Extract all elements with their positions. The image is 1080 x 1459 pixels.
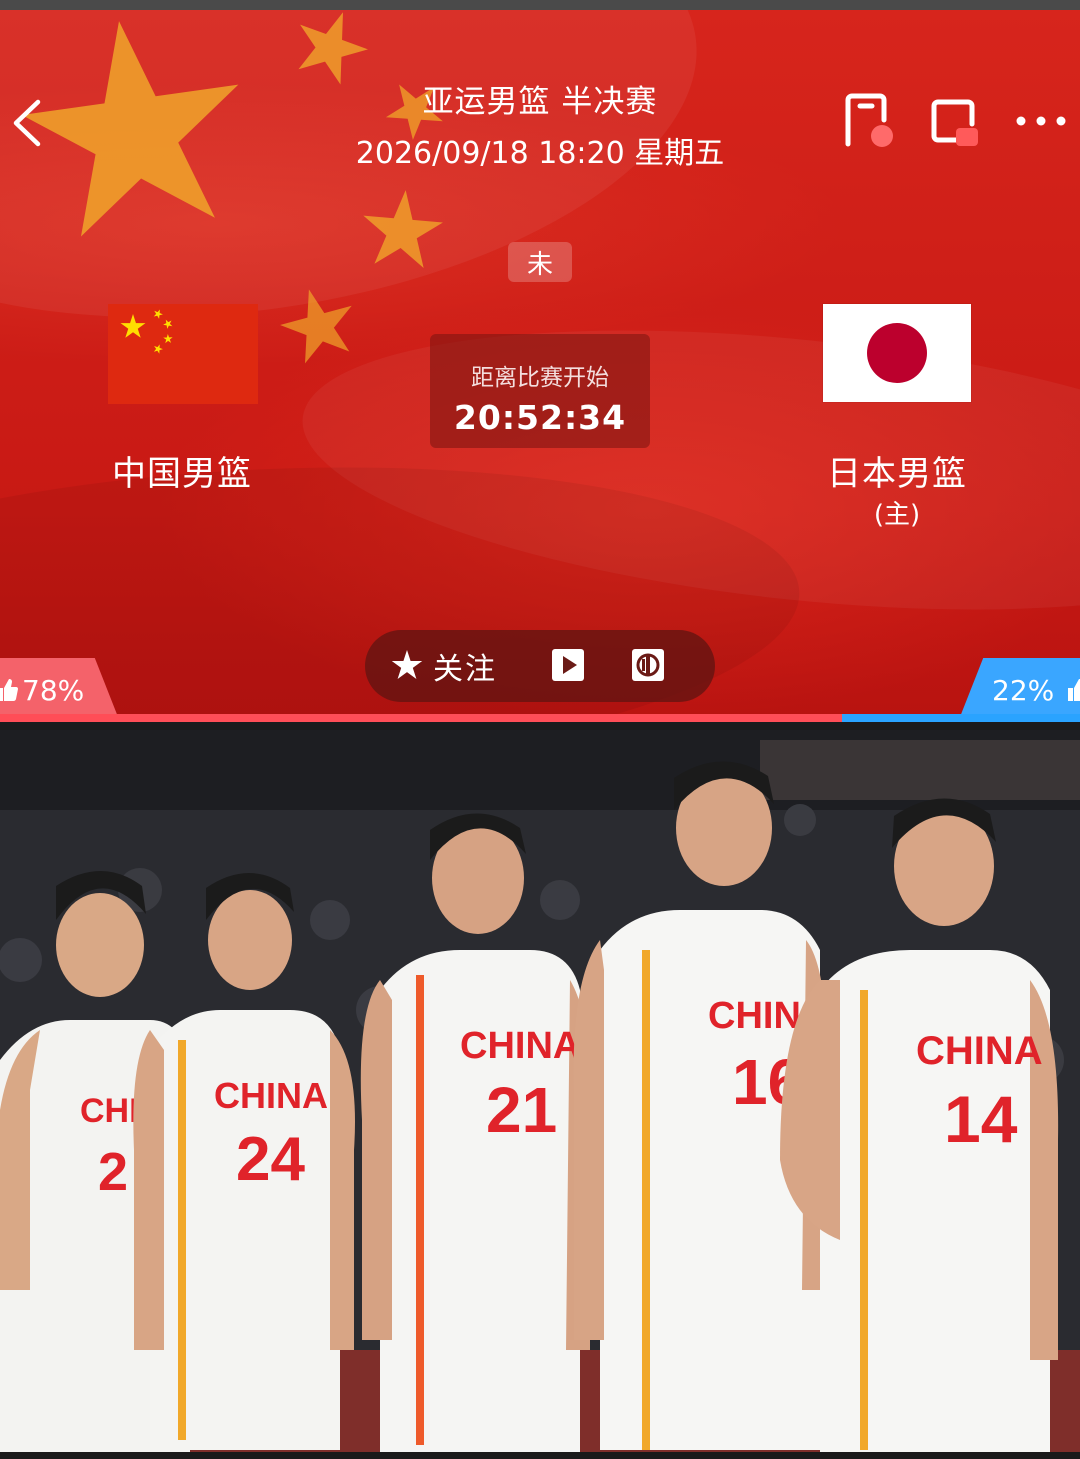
- jersey-text: CHINA: [460, 1025, 580, 1067]
- countdown-box: 距离比赛开始 20:52:34: [430, 334, 650, 448]
- china-flag-icon: [108, 304, 258, 404]
- support-ratio-bar: [0, 714, 1080, 722]
- team-photo: CHI 2 CHINA 24 CHINA 21 CHINA 16 CHINA 1…: [0, 730, 1080, 1452]
- thumb-up-icon: [1068, 679, 1080, 701]
- jersey-number: 14: [944, 1082, 1018, 1156]
- home-court-tag: (主): [873, 500, 921, 530]
- follow-button[interactable]: 关注: [391, 630, 497, 702]
- jersey-number: 2: [98, 1142, 128, 1202]
- star-icon: [391, 650, 423, 679]
- jersey-number: 21: [486, 1074, 557, 1146]
- home-team-name[interactable]: 中国男篮: [52, 446, 312, 495]
- away-team-name[interactable]: 日本男篮: [767, 446, 1027, 495]
- jersey-text: CHINA: [214, 1075, 328, 1116]
- japan-flag-icon: [823, 304, 971, 402]
- play-icon[interactable]: [551, 648, 585, 682]
- stats-icon[interactable]: [631, 648, 665, 682]
- away-support-percent: 22%: [992, 673, 1055, 707]
- status-badge: 未: [508, 242, 572, 282]
- home-support-percent: 78%: [22, 673, 85, 707]
- follow-label: 关注: [433, 652, 497, 687]
- thumb-up-icon: [0, 679, 18, 701]
- jersey-text: CHINA: [916, 1029, 1043, 1073]
- match-datetime: 2026/09/18 18:20 星期五: [355, 136, 725, 171]
- status-strip: [0, 0, 1080, 10]
- away-support-fill: [842, 714, 1080, 722]
- background-star-icon: [280, 289, 352, 364]
- bottom-strip: [0, 1452, 1080, 1459]
- background-star-icon: [363, 190, 443, 269]
- countdown-timer: 20:52:34: [453, 398, 627, 437]
- background-star-icon: [298, 12, 368, 85]
- match-header: 亚运男篮 半决赛 2026/09/18 18:20 星期五 未 中国男篮 日本男…: [0, 10, 1080, 722]
- jersey-number: 24: [236, 1125, 305, 1194]
- players-lineup: CHI 2 CHINA 24 CHINA 21 CHINA 16 CHINA 1…: [0, 730, 1080, 1452]
- home-support-fill: [0, 714, 843, 722]
- countdown-label: 距离比赛开始: [471, 365, 609, 391]
- action-bar: 关注: [365, 630, 715, 702]
- jersey-text: CHI: [80, 1092, 139, 1130]
- match-title: 亚运男篮 半决赛: [422, 84, 658, 120]
